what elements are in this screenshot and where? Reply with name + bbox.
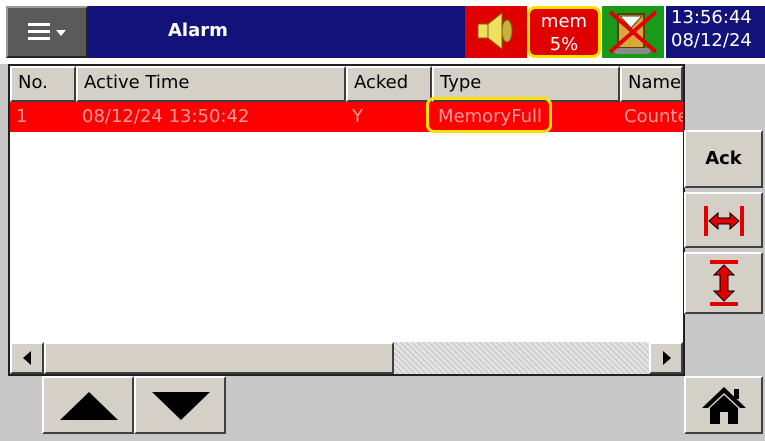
column-header-name[interactable]: Name — [620, 66, 683, 102]
column-header-active-time[interactable]: Active Time — [76, 66, 346, 102]
scroll-thumb[interactable] — [44, 342, 394, 374]
cell-no: 1 — [16, 106, 28, 127]
cell-active-time: 08/12/24 13:50:42 — [82, 106, 250, 127]
horizontal-autosize-button[interactable] — [684, 192, 763, 248]
cell-acked: Y — [352, 106, 363, 127]
scroll-left-arrow-icon — [21, 351, 33, 365]
mailbox-crossed-icon — [606, 8, 660, 56]
hamburger-menu-icon — [28, 22, 68, 42]
horizontal-scrollbar[interactable] — [10, 342, 683, 374]
down-arrow-icon — [150, 390, 212, 422]
page-up-button[interactable] — [42, 376, 134, 434]
vertical-autosize-icon — [706, 258, 742, 308]
status-button[interactable] — [602, 6, 664, 58]
up-arrow-icon — [58, 390, 120, 422]
column-header-no[interactable]: No. — [10, 66, 76, 102]
table-row[interactable]: 1 08/12/24 13:50:42 Y MemoryFull Counte — [10, 102, 683, 132]
page-down-button[interactable] — [134, 376, 226, 434]
type-highlight-outline — [426, 97, 552, 133]
home-icon — [700, 384, 748, 426]
scroll-track[interactable] — [394, 342, 649, 374]
clock-time: 13:56:44 — [671, 7, 752, 28]
menu-button[interactable] — [6, 6, 88, 58]
scroll-right-button[interactable] — [649, 342, 683, 374]
vertical-autosize-button[interactable] — [684, 252, 763, 314]
clock-date: 08/12/24 — [671, 30, 752, 51]
alarm-table[interactable]: No. Active Time Acked Type Name 1 08/12/… — [8, 64, 685, 376]
speaker-icon — [474, 11, 518, 51]
cell-name: Counte — [624, 106, 683, 127]
speaker-button[interactable] — [465, 6, 527, 58]
memory-highlight-outline — [527, 6, 601, 58]
ack-label: Ack — [705, 148, 742, 169]
horizontal-autosize-icon — [702, 204, 746, 238]
column-header-acked[interactable]: Acked — [346, 66, 432, 102]
clock-display: 13:56:44 08/12/24 — [666, 6, 765, 58]
title-area — [88, 6, 465, 58]
scroll-right-arrow-icon — [661, 351, 673, 365]
home-button[interactable] — [684, 376, 763, 434]
page-title: Alarm — [168, 20, 228, 41]
ack-button[interactable]: Ack — [684, 130, 763, 188]
scroll-left-button[interactable] — [10, 342, 44, 374]
